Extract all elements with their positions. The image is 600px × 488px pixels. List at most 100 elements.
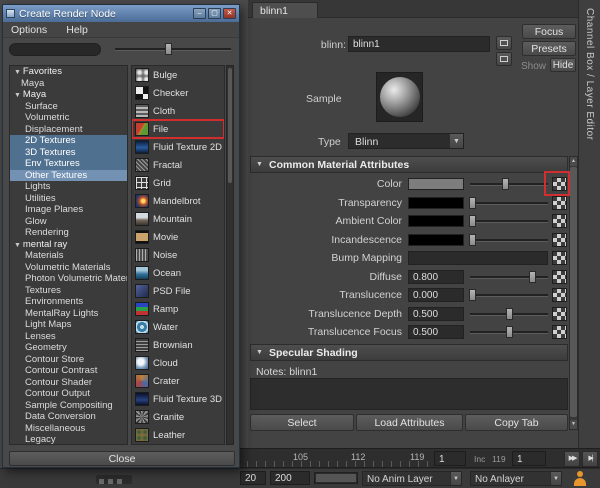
- menu-options[interactable]: Options: [3, 22, 55, 36]
- node-list-item[interactable]: Granite: [132, 408, 224, 426]
- node-list-item[interactable]: Brownian: [132, 336, 224, 354]
- window-titlebar[interactable]: Create Render Node – ▢ ✕: [3, 5, 239, 22]
- ambient-color-map-button[interactable]: [552, 214, 567, 228]
- ambient-color-swatch[interactable]: [408, 215, 464, 227]
- tree-item[interactable]: Miscellaneous: [10, 423, 127, 435]
- tree-item[interactable]: Contour Store: [10, 354, 127, 366]
- node-list-item[interactable]: Leather: [132, 426, 224, 444]
- tree-item[interactable]: Glow: [10, 216, 127, 228]
- tree-item[interactable]: Contour Output: [10, 388, 127, 400]
- tree-item[interactable]: Lights: [10, 181, 127, 193]
- tree-item[interactable]: Photon Volumetric Materi...: [10, 273, 127, 285]
- pin-node-icon[interactable]: [496, 36, 512, 50]
- channel-box-layer-editor-tab[interactable]: Channel Box / Layer Editor: [578, 0, 600, 448]
- tree-item[interactable]: Maya: [10, 89, 127, 101]
- node-list-item[interactable]: Ocean: [132, 264, 224, 282]
- section-specular-shading[interactable]: ▼ Specular Shading: [250, 344, 568, 361]
- bump-mapping-map-button[interactable]: [552, 251, 567, 265]
- node-list-item[interactable]: Checker: [132, 84, 224, 102]
- incandescence-swatch[interactable]: [408, 234, 464, 246]
- tree-item[interactable]: mental ray: [10, 239, 127, 251]
- node-list-item[interactable]: PSD File: [132, 282, 224, 300]
- node-list-item[interactable]: Water: [132, 318, 224, 336]
- tree-item[interactable]: Light Maps: [10, 319, 127, 331]
- scroll-up-icon[interactable]: ▲: [570, 157, 577, 166]
- node-list-item[interactable]: Movie: [132, 228, 224, 246]
- tab-blinn1[interactable]: blinn1: [252, 2, 318, 18]
- translucence-focus-map-button[interactable]: [552, 325, 567, 339]
- translucence-focus-input[interactable]: 0.500: [408, 325, 464, 339]
- tree-item[interactable]: Contour Contrast: [10, 365, 127, 377]
- diffuse-input[interactable]: 0.800: [408, 270, 464, 284]
- attribute-editor-scrollbar[interactable]: ▲ ▼: [569, 156, 578, 430]
- tree-item[interactable]: 2D Textures: [10, 135, 127, 147]
- anim-layer-dropdown[interactable]: No Anim Layer ▼: [362, 471, 462, 486]
- animation-preferences-icon[interactable]: [572, 471, 588, 486]
- node-list-item[interactable]: Bulge: [132, 66, 224, 84]
- node-list-scrollbar[interactable]: [226, 65, 234, 445]
- close-icon[interactable]: ✕: [223, 8, 236, 19]
- tree-item[interactable]: Environments: [10, 296, 127, 308]
- incandescence-map-button[interactable]: [552, 233, 567, 247]
- range-start-input[interactable]: 20: [240, 471, 266, 485]
- node-name-input[interactable]: blinn1: [348, 36, 490, 52]
- menu-help[interactable]: Help: [58, 22, 96, 36]
- node-list-item[interactable]: Fractal: [132, 156, 224, 174]
- translucence-depth-input[interactable]: 0.500: [408, 307, 464, 321]
- tree-item[interactable]: Volumetric: [10, 112, 127, 124]
- node-list-item[interactable]: Ramp: [132, 300, 224, 318]
- close-button[interactable]: Close: [9, 451, 235, 466]
- material-type-dropdown[interactable]: Blinn ▼: [348, 133, 464, 149]
- copy-tab-button[interactable]: Copy Tab: [465, 414, 568, 431]
- tree-item[interactable]: 3D Textures: [10, 147, 127, 159]
- hide-button[interactable]: Hide: [550, 58, 576, 72]
- tree-item[interactable]: Image Planes: [10, 204, 127, 216]
- ambient-color-slider[interactable]: [470, 215, 548, 228]
- tree-item[interactable]: Contour Shader: [10, 377, 127, 389]
- tree-item[interactable]: Utilities: [10, 193, 127, 205]
- presets-button[interactable]: Presets: [522, 41, 576, 56]
- tree-item[interactable]: Surface: [10, 101, 127, 113]
- transparency-swatch[interactable]: [408, 197, 464, 209]
- scrollbar-thumb[interactable]: [570, 167, 577, 417]
- material-sample-swatch[interactable]: [376, 72, 423, 122]
- time-slider[interactable]: 105 112 119 1 Inc 119 1 ▶▶ ▶|: [238, 448, 600, 468]
- translucence-depth-slider[interactable]: [470, 308, 548, 321]
- tree-item[interactable]: Textures: [10, 285, 127, 297]
- bump-mapping-input[interactable]: [408, 251, 548, 265]
- tree-item[interactable]: Rendering: [10, 227, 127, 239]
- scrollbar-thumb[interactable]: [228, 68, 232, 183]
- tree-item[interactable]: Maya: [10, 78, 127, 90]
- tree-item[interactable]: Other Textures: [10, 170, 127, 182]
- current-frame-input[interactable]: 1: [434, 451, 466, 466]
- translucence-input[interactable]: 0.000: [408, 288, 464, 302]
- notes-textarea[interactable]: [250, 378, 568, 410]
- diffuse-slider[interactable]: [470, 271, 548, 284]
- character-set-dropdown[interactable]: No Anlayer ▼: [470, 471, 562, 486]
- translucence-map-button[interactable]: [552, 288, 567, 302]
- focus-button[interactable]: Focus: [522, 24, 576, 39]
- tree-item[interactable]: Displacement: [10, 124, 127, 136]
- section-common-material-attributes[interactable]: ▼ Common Material Attributes: [250, 156, 568, 173]
- tree-item[interactable]: Favorites: [10, 66, 127, 78]
- translucence-focus-slider[interactable]: [470, 326, 548, 339]
- color-slider[interactable]: [470, 178, 548, 191]
- tree-item[interactable]: Volumetric Materials: [10, 262, 127, 274]
- frame-field[interactable]: 1: [512, 451, 546, 466]
- step-forward-icon[interactable]: ▶|: [582, 451, 598, 467]
- node-list-item[interactable]: Grid: [132, 174, 224, 192]
- tree-item[interactable]: MentalRay Lights: [10, 308, 127, 320]
- filter-input[interactable]: [9, 43, 101, 56]
- transparency-map-button[interactable]: [552, 196, 567, 210]
- transparency-slider[interactable]: [470, 197, 548, 210]
- node-list-item[interactable]: Mountain: [132, 210, 224, 228]
- translucence-depth-map-button[interactable]: [552, 307, 567, 321]
- node-list-item[interactable]: Noise: [132, 246, 224, 264]
- node-list-item[interactable]: Crater: [132, 372, 224, 390]
- fast-forward-icon[interactable]: ▶▶: [564, 451, 580, 467]
- playback-range-slider[interactable]: [314, 472, 358, 484]
- node-list-item[interactable]: Fluid Texture 2D: [132, 138, 224, 156]
- range-end-input[interactable]: 200: [270, 471, 310, 485]
- tree-item[interactable]: Lenses: [10, 331, 127, 343]
- node-list-item[interactable]: Cloud: [132, 354, 224, 372]
